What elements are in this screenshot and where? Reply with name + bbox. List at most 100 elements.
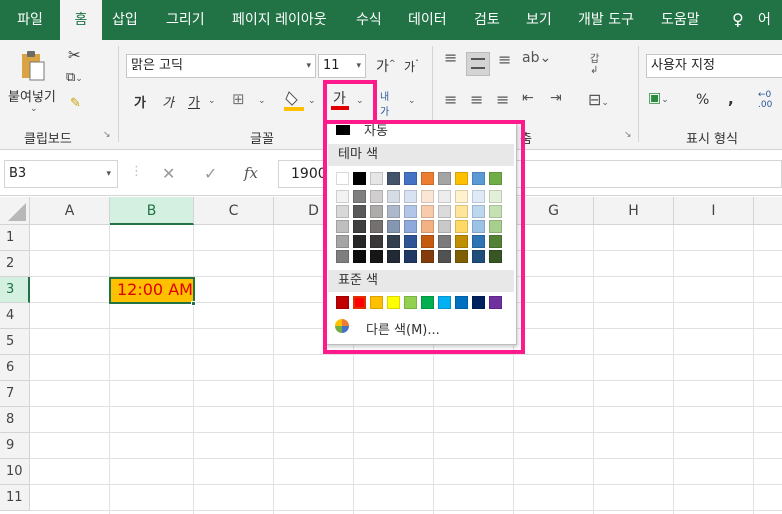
tab-page-layout[interactable]: 페이지 레이아웃 [232,0,327,40]
column-header[interactable]: B [110,197,194,225]
chevron-down-icon[interactable]: ▾ [106,161,111,187]
accounting-format-icon[interactable]: ▣⌄ [648,90,669,106]
paste-icon[interactable] [20,48,46,84]
tab-draw[interactable]: 그리기 [166,0,205,40]
column-header[interactable]: H [594,197,674,225]
chevron-down-icon[interactable]: ⌄ [408,96,416,106]
more-icon: ⋮ [130,164,143,179]
fill-handle[interactable] [191,301,196,306]
row-header[interactable]: 4 [0,303,30,329]
cancel-icon[interactable]: ✕ [162,164,175,183]
chevron-down-icon[interactable]: ▾ [356,55,361,77]
alignment-launcher-icon[interactable]: ↘ [624,130,632,140]
tab-insert[interactable]: 삽입 [112,0,138,40]
tab-formulas[interactable]: 수식 [356,0,382,40]
italic-button[interactable]: 가 [162,92,174,111]
increase-indent-icon[interactable]: ⇥ [550,90,562,106]
align-middle-icon[interactable] [466,52,490,76]
paste-button-label[interactable]: 붙여넣기 [8,86,56,105]
row-header[interactable]: 6 [0,355,30,381]
align-center-icon[interactable]: ≡ [470,90,483,109]
column-header[interactable]: C [194,197,274,225]
clipboard-launcher-icon[interactable]: ↘ [103,130,111,140]
column-header[interactable] [754,197,782,225]
row-header[interactable]: 7 [0,381,30,407]
row-header[interactable]: 11 [0,485,30,511]
align-left-icon[interactable]: ≡ [444,90,457,109]
merge-center-icon[interactable]: ⊟⌄ [588,90,609,109]
insert-function-icon[interactable]: fx [244,164,258,182]
tab-tell-me[interactable]: 어 [758,0,771,40]
increase-decimal-icon[interactable]: ←0.00 [758,90,772,110]
formula-content: 1900 [291,166,327,182]
formula-input-tail[interactable] [516,160,782,188]
tab-help[interactable]: 도움말 [661,0,700,40]
gridline-horizontal [30,354,782,355]
dropdown-highlight [323,120,525,354]
gridline-vertical [109,225,110,514]
align-top-icon[interactable]: ≡ [444,48,457,67]
tab-file[interactable]: 파일 [6,0,54,40]
align-bottom-icon[interactable]: ≡ [498,50,511,69]
gridline-vertical [593,225,594,514]
chevron-down-icon[interactable]: ▾ [306,55,311,77]
tab-developer[interactable]: 개발 도구 [578,0,634,40]
column-header[interactable]: G [514,197,594,225]
font-size-box[interactable]: 11 ▾ [318,54,366,78]
name-box-value: B3 [9,166,27,181]
cut-icon[interactable]: ✂ [68,46,81,64]
underline-button[interactable]: 가 [188,92,200,111]
gridline-horizontal [30,406,782,407]
gridline-horizontal [30,432,782,433]
copy-icon[interactable]: ⧉⌄ [66,70,83,85]
paste-dropdown-icon[interactable]: ⌄ [30,104,38,114]
percent-button[interactable]: % [696,92,709,108]
enter-icon[interactable]: ✓ [204,164,217,183]
border-icon[interactable]: ⊞ [232,90,245,108]
font-name-value: 맑은 고딕 [131,58,183,73]
orientation-icon[interactable]: ab⌄ [522,50,551,66]
lightbulb-icon[interactable]: ♀ [732,0,744,40]
comma-button[interactable]: , [728,90,734,108]
number-group-label: 표시 형식 [686,132,738,147]
gridline-horizontal [30,458,782,459]
row-header[interactable]: 5 [0,329,30,355]
row-header[interactable]: 2 [0,251,30,277]
fill-color-icon[interactable] [284,88,304,112]
column-header[interactable]: I [674,197,754,225]
clipboard-group-label: 클립보드 [24,132,72,147]
name-box[interactable]: B3 ▾ [4,160,118,188]
bold-button[interactable]: 가 [134,92,146,111]
number-format-box[interactable]: 사용자 지정 [646,54,782,78]
row-header[interactable]: 1 [0,225,30,251]
chevron-down-icon[interactable]: ⌄ [208,96,216,106]
font-name-box[interactable]: 맑은 고딕 ▾ [126,54,316,78]
format-painter-icon[interactable]: ✎ [70,96,81,111]
row-header[interactable]: 9 [0,433,30,459]
decrease-indent-icon[interactable]: ⇤ [522,90,534,106]
chevron-down-icon[interactable]: ⌄ [308,96,316,106]
gridline-vertical [193,225,194,514]
separator [118,46,119,142]
gridline-horizontal [30,484,782,485]
select-all-button[interactable] [0,197,30,225]
tab-review[interactable]: 검토 [474,0,500,40]
gridline-vertical [273,225,274,514]
column-header[interactable]: A [30,197,110,225]
decrease-font-icon[interactable]: 가ˇ [404,58,419,75]
tab-view[interactable]: 보기 [526,0,552,40]
tab-data[interactable]: 데이터 [408,0,447,40]
increase-font-icon[interactable]: 가^ [376,56,396,76]
font-size-value: 11 [323,58,340,73]
chevron-down-icon[interactable]: ⌄ [258,96,266,106]
row-header[interactable]: 10 [0,459,30,485]
formula-input[interactable]: 1900 [278,160,328,188]
wrap-text-icon[interactable]: 갑 ↲ [590,50,599,76]
tab-home[interactable]: 홈 [60,0,102,40]
align-right-icon[interactable]: ≡ [496,90,509,109]
selected-cell-b3[interactable]: 12:00 AM [109,277,195,304]
row-header[interactable]: 8 [0,407,30,433]
font-color-button-highlight [323,80,377,124]
phonetic-icon[interactable]: 내가 [380,88,389,118]
row-header[interactable]: 3 [0,277,30,303]
